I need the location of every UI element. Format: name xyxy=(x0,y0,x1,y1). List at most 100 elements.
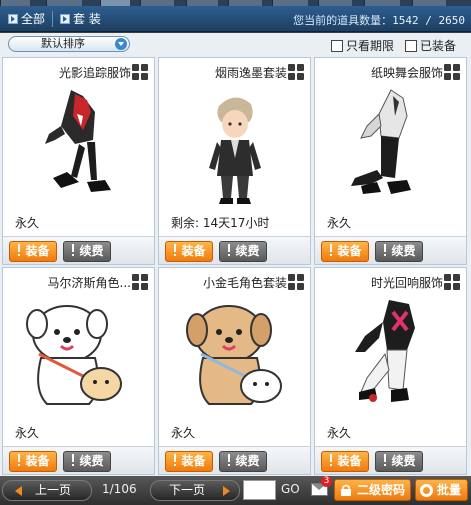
card-button-bar: 装备 续费 xyxy=(315,236,466,264)
card-button-bar: 装备 续费 xyxy=(159,236,310,264)
equip-button-label: 装备 xyxy=(337,454,362,468)
lock-icon xyxy=(341,484,351,496)
item-duration: 永久 xyxy=(15,426,40,440)
batch-label: 批量 xyxy=(437,483,462,497)
renew-button[interactable]: 续费 xyxy=(63,451,111,472)
next-page-label: 下一页 xyxy=(169,483,206,497)
equip-button-label: 装备 xyxy=(181,244,206,258)
exclamation-icon xyxy=(70,454,76,467)
checkbox-box[interactable] xyxy=(331,39,343,52)
sort-select[interactable]: 默认排序 xyxy=(8,36,130,52)
item-name: 纸映舞会服饰 xyxy=(370,66,443,80)
item-duration: 永久 xyxy=(15,216,40,230)
exclamation-icon xyxy=(226,244,232,257)
filter-bar: 默认排序 只看期限 已装备 xyxy=(0,33,471,55)
subtab-all[interactable]: 全部 xyxy=(8,9,45,29)
item-card[interactable]: 光影追踪服饰 永久 装备 续费 xyxy=(2,57,155,265)
equip-button[interactable]: 装备 xyxy=(321,241,369,262)
item-name: 小金毛角色套装 xyxy=(202,276,287,290)
arrow-icon xyxy=(8,14,18,24)
renew-button[interactable]: 续费 xyxy=(219,451,267,472)
equip-button-label: 装备 xyxy=(337,244,362,258)
renew-button-label: 续费 xyxy=(79,454,104,468)
item-card[interactable]: 马尔济斯角色... 永久 装备 续费 xyxy=(2,267,155,475)
subtab-suits[interactable]: 套 装 xyxy=(60,9,101,29)
item-name: 光影追踪服饰 xyxy=(58,66,131,80)
item-card[interactable]: 烟雨逸墨套装 剩余: 14天17小时 装备 续费 xyxy=(158,57,311,265)
page-number-input[interactable] xyxy=(243,480,276,500)
exclamation-icon xyxy=(16,244,22,257)
item-card[interactable]: 纸映舞会服饰 永久 装备 续费 xyxy=(314,57,467,265)
item-duration: 剩余: 14天17小时 xyxy=(171,216,270,230)
item-card[interactable]: 小金毛角色套装 永久 装备 续费 xyxy=(158,267,311,475)
equip-button[interactable]: 装备 xyxy=(321,451,369,472)
exclamation-icon xyxy=(382,454,388,467)
item-count: 您当前的道具数量：1542 / 2650 xyxy=(293,12,465,28)
renew-button-label: 续费 xyxy=(391,244,416,258)
renew-button[interactable]: 续费 xyxy=(63,241,111,262)
renew-button-label: 续费 xyxy=(235,454,260,468)
white-dog-costume-image xyxy=(26,305,122,405)
item-duration: 永久 xyxy=(327,216,352,230)
pagination-bar: 上一页 1/106 下一页 GO 3 二级密码 批量 xyxy=(0,476,471,505)
prev-page-label: 上一页 xyxy=(35,483,72,497)
mail-badge: 3 xyxy=(321,476,332,487)
outfit-image xyxy=(355,300,415,402)
subtab-divider xyxy=(52,11,53,27)
grid-view-icon[interactable] xyxy=(288,64,304,80)
sort-select-label: 默认排序 xyxy=(41,37,85,50)
equip-button[interactable]: 装备 xyxy=(165,451,213,472)
exclamation-icon xyxy=(172,244,178,257)
grid-view-icon[interactable] xyxy=(132,274,148,290)
item-count-label: 您当前的道具数量： xyxy=(293,14,393,27)
equip-button[interactable]: 装备 xyxy=(9,451,57,472)
next-page-button[interactable]: 下一页 xyxy=(150,480,240,501)
arrow-icon xyxy=(60,14,70,24)
only-expiring-checkbox[interactable]: 只看期限 xyxy=(331,37,394,54)
outfit-image xyxy=(351,89,411,194)
exclamation-icon xyxy=(382,244,388,257)
item-duration: 永久 xyxy=(327,426,352,440)
item-grid: 光影追踪服饰 永久 装备 续费 烟雨逸墨套装 剩余: 14天17小时 装备 续费… xyxy=(0,55,471,476)
item-duration: 永久 xyxy=(171,426,196,440)
prev-page-button[interactable]: 上一页 xyxy=(2,480,92,501)
equip-button-label: 装备 xyxy=(25,244,50,258)
character-image xyxy=(209,97,261,204)
category-header: 全部 套 装 您当前的道具数量：1542 / 2650 xyxy=(0,6,471,32)
batch-button[interactable]: 批量 xyxy=(415,479,468,501)
equipped-label: 已装备 xyxy=(420,39,457,53)
equip-button-label: 装备 xyxy=(181,454,206,468)
only-expiring-label: 只看期限 xyxy=(346,39,395,53)
page-indicator: 1/106 xyxy=(102,482,137,496)
renew-button-label: 续费 xyxy=(235,244,260,258)
exclamation-icon xyxy=(328,454,334,467)
subtab-all-label: 全部 xyxy=(21,12,46,26)
exclamation-icon xyxy=(328,244,334,257)
item-name: 时光回响服饰 xyxy=(370,276,443,290)
second-password-label: 二级密码 xyxy=(357,483,406,497)
renew-button-label: 续费 xyxy=(79,244,104,258)
renew-button[interactable]: 续费 xyxy=(219,241,267,262)
equip-button-label: 装备 xyxy=(25,454,50,468)
second-password-button[interactable]: 二级密码 xyxy=(334,479,411,501)
equip-button[interactable]: 装备 xyxy=(9,241,57,262)
arrow-left-icon xyxy=(15,486,22,496)
equipped-checkbox[interactable]: 已装备 xyxy=(405,37,456,54)
grid-view-icon[interactable] xyxy=(288,274,304,290)
card-button-bar: 装备 续费 xyxy=(3,236,154,264)
renew-button[interactable]: 续费 xyxy=(375,241,423,262)
chevron-down-icon[interactable] xyxy=(115,38,127,50)
grid-view-icon[interactable] xyxy=(132,64,148,80)
subtab-suits-label: 套 装 xyxy=(73,12,101,26)
golden-dog-costume-image xyxy=(186,305,282,405)
equip-button[interactable]: 装备 xyxy=(165,241,213,262)
go-button[interactable]: GO xyxy=(281,482,300,496)
exclamation-icon xyxy=(70,244,76,257)
grid-view-icon[interactable] xyxy=(444,274,460,290)
renew-button[interactable]: 续费 xyxy=(375,451,423,472)
item-card[interactable]: 时光回响服饰 永久 装备 续费 xyxy=(314,267,467,475)
outfit-image xyxy=(45,90,111,192)
grid-view-icon[interactable] xyxy=(444,64,460,80)
checkbox-box[interactable] xyxy=(405,39,417,52)
renew-button-label: 续费 xyxy=(391,454,416,468)
